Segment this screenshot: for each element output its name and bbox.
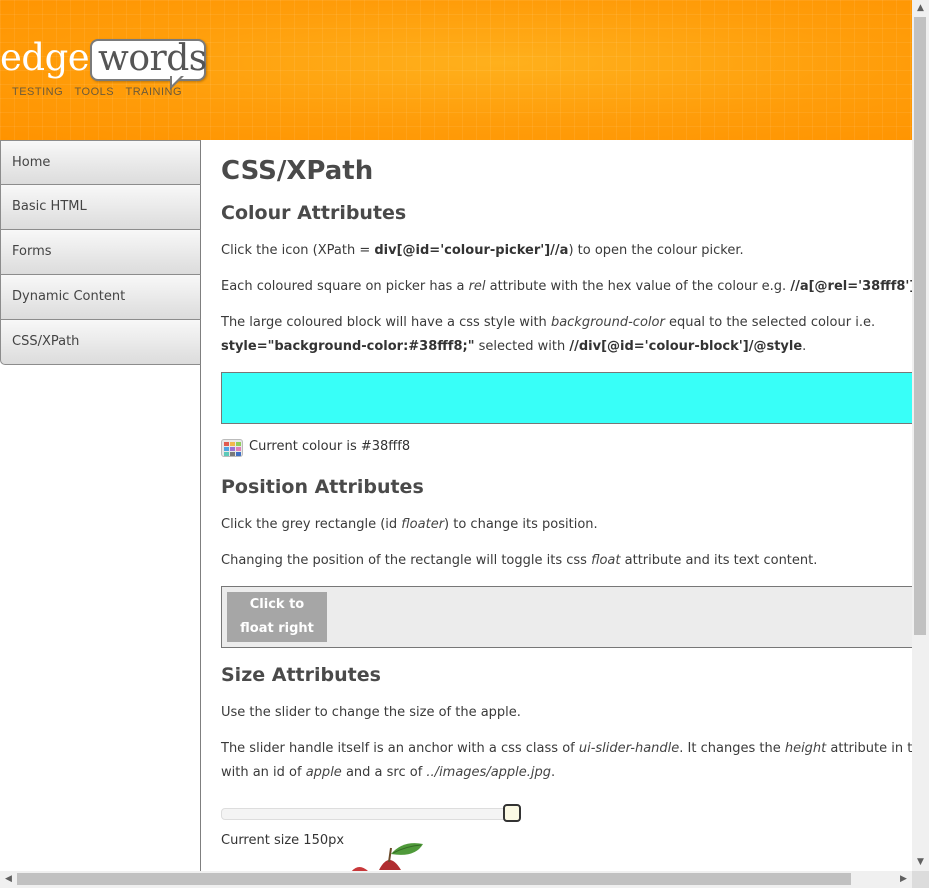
- colour-paragraph-4: style="background-color:#38fff8;" select…: [221, 339, 807, 354]
- current-size-text: Current size 150px: [221, 833, 345, 848]
- sidebar-item-dynamic-content[interactable]: Dynamic Content: [0, 275, 201, 320]
- size-paragraph-2: The slider handle itself is an anchor wi…: [221, 741, 912, 756]
- horizontal-scroll-thumb[interactable]: [17, 873, 851, 885]
- sidebar-item-basic-html[interactable]: Basic HTML: [0, 185, 201, 230]
- colour-paragraph-3: The large coloured block will have a css…: [221, 315, 876, 330]
- logo-edge-text: edge: [0, 36, 90, 79]
- colour-block: [221, 372, 912, 424]
- scrollbar-corner: [912, 871, 929, 888]
- scroll-left-arrow-icon[interactable]: ◀: [0, 871, 17, 888]
- sidebar-item-forms[interactable]: Forms: [0, 230, 201, 275]
- size-slider-track[interactable]: [221, 808, 521, 820]
- scroll-right-arrow-icon[interactable]: ▶: [895, 871, 912, 888]
- colour-paragraph-1: Click the icon (XPath = div[@id='colour-…: [221, 243, 744, 258]
- colour-attributes-heading: Colour Attributes: [221, 202, 407, 224]
- floater-button[interactable]: Click to float right: [227, 592, 327, 642]
- page-viewport: edge words TESTING TOOLS TRAINING Home B…: [0, 0, 912, 871]
- current-colour-text: Current colour is #38fff8: [249, 439, 411, 454]
- size-paragraph-3: with an id of apple and a src of ../imag…: [221, 765, 556, 780]
- size-paragraph-1: Use the slider to change the size of the…: [221, 705, 521, 720]
- logo-speech-bubble: words: [90, 38, 207, 81]
- floater-container: Click to float right: [221, 586, 912, 648]
- logo-tagline: TESTING TOOLS TRAINING: [12, 86, 183, 98]
- position-attributes-heading: Position Attributes: [221, 476, 424, 498]
- sidebar-item-css-xpath[interactable]: CSS/XPath: [0, 320, 201, 365]
- sidebar-nav: Home Basic HTML Forms Dynamic Content CS…: [0, 140, 201, 871]
- logo-words-text: words: [98, 38, 207, 79]
- size-slider-handle[interactable]: [503, 804, 521, 822]
- scroll-down-arrow-icon[interactable]: ▼: [912, 854, 929, 871]
- main-content: CSS/XPath Colour Attributes Click the ic…: [201, 140, 912, 871]
- vertical-scrollbar[interactable]: ▲ ▼: [912, 0, 929, 871]
- size-attributes-heading: Size Attributes: [221, 664, 381, 686]
- vertical-scroll-thumb[interactable]: [914, 17, 926, 635]
- horizontal-scrollbar[interactable]: ◀ ▶: [0, 871, 912, 888]
- position-paragraph-1: Click the grey rectangle (id floater) to…: [221, 517, 598, 532]
- scroll-up-arrow-icon[interactable]: ▲: [912, 0, 929, 17]
- sidebar-item-home[interactable]: Home: [0, 140, 201, 185]
- colour-paragraph-2: Each coloured square on picker has a rel…: [221, 279, 912, 294]
- colour-palette-icon[interactable]: [221, 439, 243, 457]
- site-header: edge words TESTING TOOLS TRAINING: [0, 0, 912, 140]
- position-paragraph-2: Changing the position of the rectangle w…: [221, 553, 818, 568]
- apple-image: [351, 843, 423, 871]
- page-title: CSS/XPath: [221, 156, 374, 186]
